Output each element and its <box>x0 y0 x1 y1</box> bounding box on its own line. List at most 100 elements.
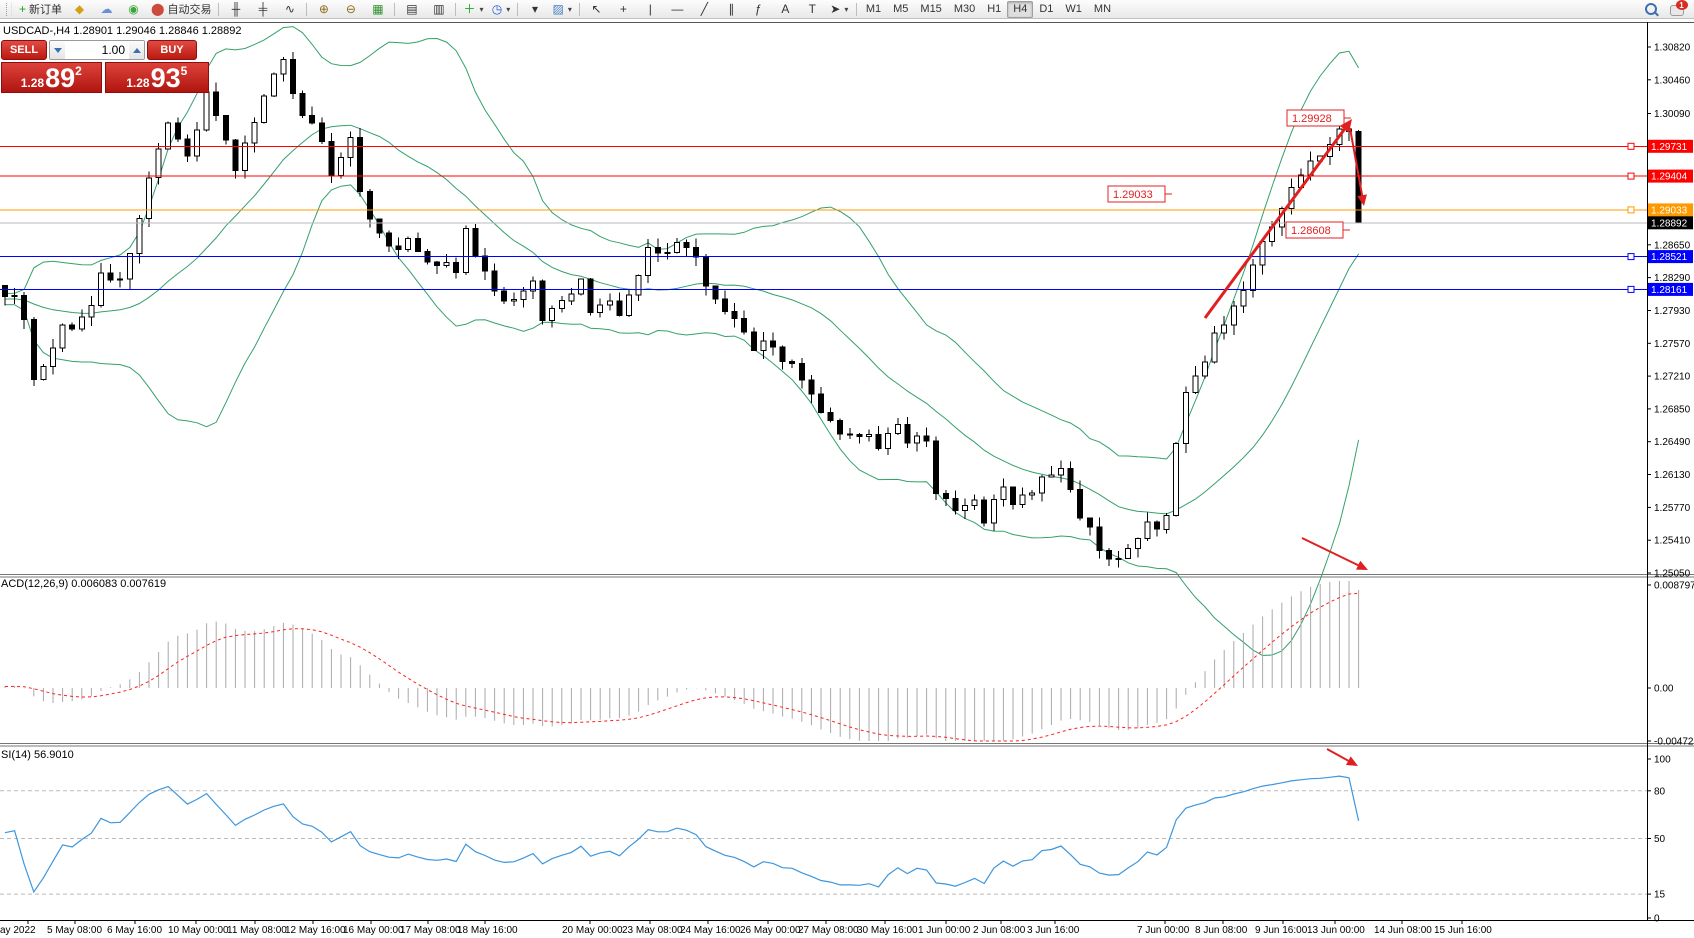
candle-body <box>838 420 843 434</box>
hline-handle[interactable] <box>1628 254 1634 260</box>
candle-body <box>271 74 276 96</box>
text-button[interactable]: A <box>772 0 799 19</box>
search-button[interactable] <box>1637 0 1664 19</box>
candle-body <box>3 286 8 297</box>
fibonacci-button[interactable]: ƒ <box>745 0 772 19</box>
price-badge-label: 1.29404 <box>1651 172 1688 183</box>
candle-body <box>502 291 507 301</box>
trend-arrows[interactable] <box>1205 119 1368 766</box>
hline-handle[interactable] <box>1628 173 1634 179</box>
trendline-button[interactable]: ╱ <box>691 0 718 19</box>
candle-body <box>185 139 190 156</box>
buy-price[interactable]: 1.28935 <box>105 62 209 93</box>
period-clock-icon: ◷ <box>492 3 502 15</box>
timeframe-h1[interactable]: H1 <box>981 1 1007 18</box>
timeframe-d1[interactable]: D1 <box>1033 1 1059 18</box>
sell-price-pip: 2 <box>75 64 82 78</box>
candle-body <box>1193 376 1198 393</box>
text-label-button[interactable]: T <box>799 0 826 19</box>
bar-chart-button[interactable]: ╫ <box>222 0 249 19</box>
price-tick-label: 1.30090 <box>1654 109 1691 120</box>
tile-windows-button[interactable]: ▦ <box>364 0 391 19</box>
dropdown-caret-icon: ▾ <box>479 5 483 14</box>
timeframe-m5[interactable]: M5 <box>887 1 914 18</box>
period-clock-button[interactable]: ◷▾ <box>487 0 514 19</box>
candle-body <box>223 116 228 141</box>
candle-body <box>175 123 180 139</box>
profile-template-button[interactable]: ▨▾ <box>548 0 575 19</box>
price-badge-label: 1.29731 <box>1651 142 1688 153</box>
cursor-button[interactable]: ↖ <box>583 0 610 19</box>
candle-body <box>819 394 824 412</box>
time-tick-label: 10 May 00:00 <box>168 925 229 936</box>
candle-body <box>1078 489 1083 518</box>
candle-body <box>963 505 968 510</box>
vertical-line-button[interactable]: | <box>637 0 664 19</box>
add-indicator-button[interactable]: ＋▾ <box>459 0 487 19</box>
time-tick-label: 9 Jun 16:00 <box>1255 925 1308 936</box>
annotations[interactable]: 1.299281.290331.28608 <box>1108 110 1351 238</box>
buy-price-prefix: 1.28 <box>126 76 149 90</box>
candle-body <box>905 425 910 444</box>
horizontal-line-button[interactable]: — <box>664 0 691 19</box>
candle-body <box>809 380 814 394</box>
candle-body <box>1107 551 1112 560</box>
candle-body <box>1183 393 1188 444</box>
chart-profile-button[interactable]: ◆ <box>66 0 93 19</box>
arrange-left-button[interactable]: ▤ <box>398 0 425 19</box>
volume-input[interactable] <box>65 41 129 59</box>
notifications-button[interactable]: 1 <box>1664 0 1691 19</box>
signals-button[interactable]: ◉ <box>120 0 147 19</box>
timeframe-mn[interactable]: MN <box>1088 1 1117 18</box>
zoom-in-button[interactable]: ⊕ <box>310 0 337 19</box>
buy-price-pip: 5 <box>181 64 188 78</box>
time-tick-label: 15 Jun 16:00 <box>1434 925 1492 936</box>
candle-body <box>300 94 305 116</box>
buy-price-main: 93 <box>151 66 181 92</box>
timeframe-m1[interactable]: M1 <box>860 1 887 18</box>
candle-body <box>886 434 891 449</box>
price-annotation-label: 1.29928 <box>1292 113 1332 125</box>
price-tick-label: 1.30820 <box>1654 43 1691 54</box>
trend-arrow[interactable] <box>1327 749 1351 762</box>
timeframe-w1[interactable]: W1 <box>1059 1 1088 18</box>
price-badge-label: 1.28161 <box>1651 285 1688 296</box>
candle-body <box>550 308 555 320</box>
volume-decrease-button[interactable] <box>50 41 65 59</box>
candle-body <box>339 157 344 175</box>
line-chart-icon: ∿ <box>285 3 295 15</box>
channel-button[interactable]: ∥ <box>718 0 745 19</box>
candle-body <box>137 218 142 253</box>
hline-handle[interactable] <box>1628 143 1634 149</box>
time-tick-label: 12 May 16:00 <box>285 925 346 936</box>
sell-button[interactable]: SELL <box>1 40 47 60</box>
timeframe-m30[interactable]: M30 <box>948 1 981 18</box>
sell-price[interactable]: 1.28892 <box>1 62 102 93</box>
toolbar-separator <box>218 3 219 16</box>
time-tick-label: 16 May 00:00 <box>343 925 404 936</box>
crosshair-button[interactable]: + <box>610 0 637 19</box>
candle-body <box>310 116 315 123</box>
candle-body <box>559 301 564 309</box>
rsi-tick-label: 15 <box>1654 890 1666 901</box>
candlestick-chart-button[interactable]: ╪ <box>249 0 276 19</box>
template-dropdown-button[interactable]: ▾ <box>521 0 548 19</box>
market-data-button[interactable]: ☁ <box>93 0 120 19</box>
autotrade-button[interactable]: ⬤自动交易 <box>147 0 215 19</box>
volume-increase-button[interactable] <box>129 41 144 59</box>
new-order-button[interactable]: +新订单 <box>15 0 66 19</box>
arrows-button[interactable]: ➤▾ <box>826 0 853 19</box>
arrange-right-button[interactable]: ▥ <box>425 0 452 19</box>
line-chart-button[interactable]: ∿ <box>276 0 303 19</box>
trend-arrow[interactable] <box>1302 538 1361 567</box>
timeframe-m15[interactable]: M15 <box>914 1 947 18</box>
candle-body <box>1155 522 1160 529</box>
macd-tick-label: 0.00 <box>1654 684 1674 695</box>
price-annotation-label: 1.29033 <box>1113 189 1153 201</box>
zoom-out-button[interactable]: ⊖ <box>337 0 364 19</box>
buy-button[interactable]: BUY <box>147 40 197 60</box>
price-tick-label: 1.28290 <box>1654 273 1691 284</box>
hline-handle[interactable] <box>1628 286 1634 292</box>
timeframe-h4[interactable]: H4 <box>1007 1 1033 18</box>
hline-handle[interactable] <box>1628 207 1634 213</box>
